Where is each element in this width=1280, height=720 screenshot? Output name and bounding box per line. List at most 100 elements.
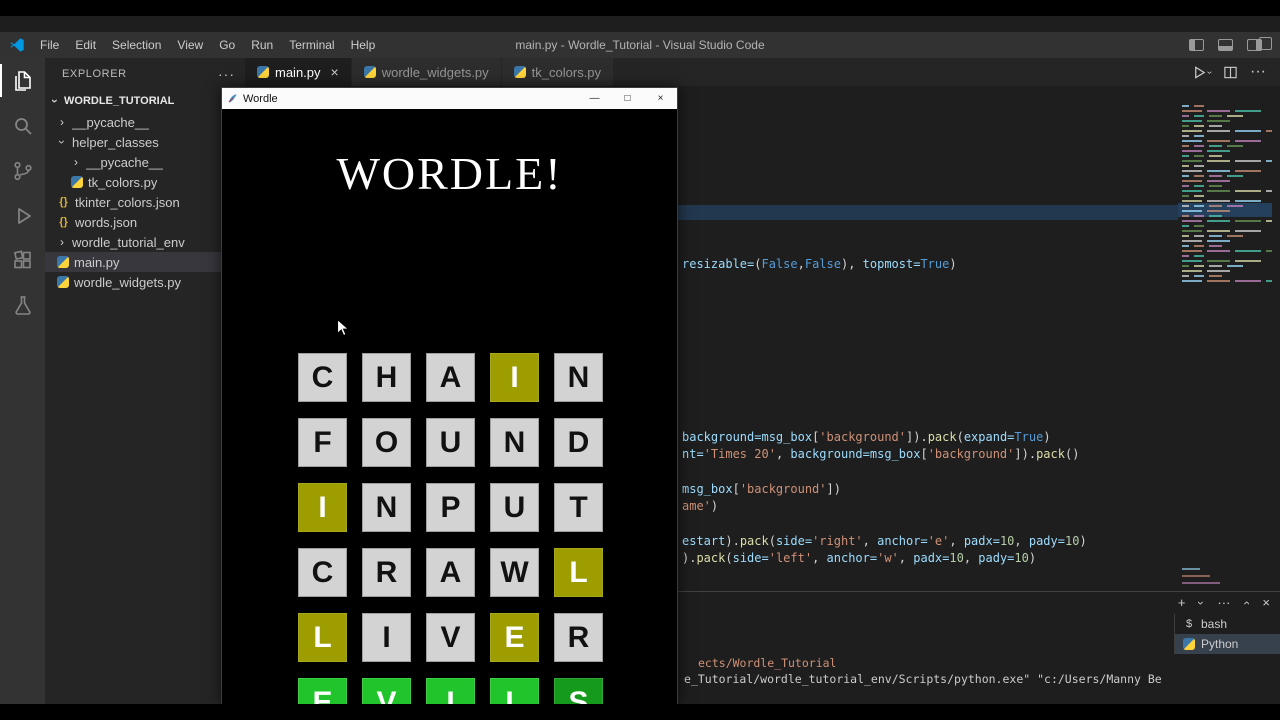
tree-item-wordle-tutorial-env[interactable]: › wordle_tutorial_env: [45, 232, 245, 252]
wordle-title-bar[interactable]: Wordle — □ ×: [222, 88, 677, 109]
editor-actions: › ···: [1192, 58, 1280, 86]
minimap-mark: [1235, 250, 1261, 252]
new-terminal-icon[interactable]: +: [1178, 595, 1186, 610]
terminal-tab-list: $ bash Python: [1174, 614, 1280, 654]
root-folder-row[interactable]: › WORDLE_TUTORIAL: [45, 90, 245, 112]
menu-selection[interactable]: Selection: [104, 32, 169, 58]
minimap-mark: [1227, 115, 1243, 117]
minimap-mark: [1182, 250, 1202, 252]
wordle-tile-r3c4: U: [490, 483, 539, 532]
wordle-tile-r1c3: A: [426, 353, 475, 402]
maximize-panel-icon[interactable]: ›: [1239, 598, 1253, 608]
chevron-right-icon: ›: [60, 235, 64, 249]
minimap-mark: [1194, 185, 1204, 187]
wordle-tile-r3c3: P: [426, 483, 475, 532]
minimap-mark: [1235, 130, 1261, 132]
minimap-mark: [1194, 165, 1204, 167]
wordle-tile-r5c5: R: [554, 613, 603, 662]
wordle-tile-r5c4: E: [490, 613, 539, 662]
menu-file[interactable]: File: [32, 32, 67, 58]
minimize-button[interactable]: —: [578, 88, 611, 109]
source-control-icon[interactable]: [0, 148, 45, 193]
editor-more-actions-icon[interactable]: ···: [1250, 63, 1266, 81]
tree-item-tkinter-colors-json[interactable]: {} tkinter_colors.json: [45, 192, 245, 212]
terminal-tab-bash[interactable]: $ bash: [1175, 614, 1280, 634]
file-label: main.py: [74, 254, 120, 270]
minimap-mark: [1209, 235, 1222, 237]
split-editor-icon[interactable]: [1223, 65, 1238, 80]
code-line: estart).pack(side='right', anchor='e', p…: [682, 534, 1087, 548]
wordle-app-window: Wordle — □ × WORDLE! CHAINFOUNDINPUTCRAW…: [221, 87, 678, 720]
minimap-mark: [1182, 255, 1189, 257]
minimap[interactable]: [1178, 103, 1272, 591]
menu-go[interactable]: Go: [211, 32, 243, 58]
minimap-mark: [1209, 215, 1222, 217]
bash-icon: $: [1185, 618, 1193, 630]
minimap-mark: [1207, 190, 1230, 192]
testing-icon[interactable]: [0, 283, 45, 328]
wordle-tile-r5c3: V: [426, 613, 475, 662]
minimap-mark: [1182, 245, 1189, 247]
terminal-profile-chevron-icon[interactable]: ›: [1194, 598, 1208, 608]
minimap-mark: [1182, 275, 1189, 277]
toggle-panel-icon[interactable]: [1218, 39, 1233, 51]
tree-item-helper-classes[interactable]: › helper_classes: [45, 132, 245, 152]
minimap-mark: [1194, 135, 1204, 137]
terminal-line: e_Tutorial/wordle_tutorial_env/Scripts/p…: [684, 672, 1162, 686]
minimap-mark: [1194, 235, 1204, 237]
wordle-body: WORDLE! CHAINFOUNDINPUTCRAWLLIVEREVILS: [222, 147, 677, 720]
terminal-more-actions-icon[interactable]: ···: [1217, 595, 1230, 610]
minimap-mark: [1207, 240, 1230, 242]
minimap-mark: [1207, 110, 1230, 112]
tk-icon: [228, 94, 237, 103]
code-line: resizable=(False,False), topmost=True): [682, 257, 957, 271]
customize-layout-icon[interactable]: [1259, 37, 1272, 50]
tree-item-wordle-widgets-py[interactable]: wordle_widgets.py: [45, 272, 245, 292]
wordle-tile-r2c4: N: [490, 418, 539, 467]
wordle-window-title: Wordle: [243, 92, 278, 105]
minimap-mark: [1182, 105, 1189, 107]
explorer-icon[interactable]: [0, 58, 45, 103]
minimap-mark: [1194, 175, 1204, 177]
screen: File Edit Selection View Go Run Terminal Help m…: [0, 0, 1280, 720]
wordle-tile-r1c1: C: [298, 353, 347, 402]
chevron-down-icon: ›: [55, 140, 69, 144]
tree-item--pycache-[interactable]: › __pycache__: [45, 112, 245, 132]
explorer-more-actions-icon[interactable]: ···: [218, 66, 235, 82]
tab-wordle_widgets-py[interactable]: wordle_widgets.py: [351, 58, 501, 86]
chevron-right-icon: ›: [74, 155, 78, 169]
close-panel-icon[interactable]: ×: [1262, 595, 1270, 610]
wordle-window-controls: — □ ×: [578, 88, 677, 109]
toggle-sidebar-icon[interactable]: [1189, 39, 1204, 51]
tab-tk_colors-py[interactable]: tk_colors.py: [501, 58, 614, 86]
terminal-tab-python[interactable]: Python: [1175, 634, 1280, 654]
minimap-mark: [1235, 220, 1261, 222]
menu-terminal[interactable]: Terminal: [281, 32, 342, 58]
wordle-tile-r4c4: W: [490, 548, 539, 597]
tree-item-words-json[interactable]: {} words.json: [45, 212, 245, 232]
run-dropdown-chevron-icon[interactable]: ›: [1204, 70, 1215, 73]
search-icon[interactable]: [0, 103, 45, 148]
menu-run[interactable]: Run: [243, 32, 281, 58]
minimap-mark: [1209, 245, 1222, 247]
code-line: nt='Times 20', background=msg_box['backg…: [682, 447, 1080, 461]
minimap-mark: [1182, 225, 1189, 227]
minimap-mark: [1235, 140, 1261, 142]
tree-item-main-py[interactable]: main.py: [45, 252, 245, 272]
menu-edit[interactable]: Edit: [67, 32, 104, 58]
tree-item--pycache-[interactable]: › __pycache__: [45, 152, 245, 172]
minimap-mark: [1207, 180, 1230, 182]
maximize-button[interactable]: □: [611, 88, 644, 109]
close-tab-icon[interactable]: ×: [331, 65, 339, 79]
close-button[interactable]: ×: [644, 88, 677, 109]
minimap-mark: [1235, 260, 1261, 262]
tree-item-tk-colors-py[interactable]: tk_colors.py: [45, 172, 245, 192]
menu-help[interactable]: Help: [343, 32, 384, 58]
run-and-debug-icon[interactable]: [0, 193, 45, 238]
vscode-logo-icon: [10, 38, 24, 52]
run-python-file-button[interactable]: ›: [1192, 65, 1215, 80]
minimap-mark: [1194, 155, 1204, 157]
extensions-icon[interactable]: [0, 238, 45, 283]
menu-view[interactable]: View: [169, 32, 211, 58]
tab-main-py[interactable]: main.py ×: [245, 58, 351, 86]
